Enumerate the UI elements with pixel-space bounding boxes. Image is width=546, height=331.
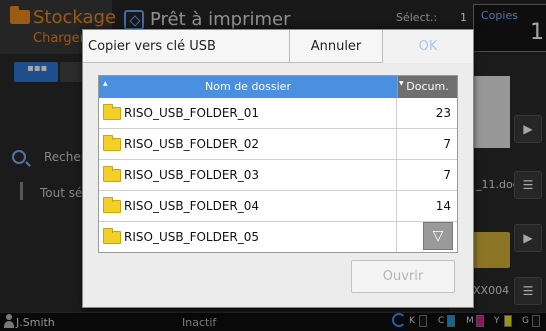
ok-button[interactable]: OK [382,30,473,63]
folder-name: RISO_USB_FOLDER_01 [124,106,260,120]
scroll-down-button[interactable]: ▽ [423,222,453,250]
folder-icon [103,104,121,120]
folder-icon [103,228,121,244]
table-header: Nom de dossier ▲ Docum. ▼ [99,76,457,98]
dialog-header: Copier vers clé USB Annuler OK [83,30,473,63]
folder-name-cell: RISO_USB_FOLDER_04 [99,191,397,222]
table-row[interactable]: RISO_USB_FOLDER_03 7 [99,160,457,191]
sort-descending-icon: ▼ [399,80,404,87]
dialog-title: Copier vers clé USB [88,39,216,54]
sort-ascending-icon: ▲ [103,80,108,87]
table-row[interactable]: RISO_USB_FOLDER_05 7 [99,222,457,252]
document-count: 23 [435,106,451,120]
cancel-button[interactable]: Annuler [289,30,382,63]
folder-name-cell: RISO_USB_FOLDER_03 [99,160,397,191]
open-button[interactable]: Ouvrir [351,260,455,293]
folder-name: RISO_USB_FOLDER_03 [124,168,260,182]
column-header-documents[interactable]: Docum. [397,76,457,98]
folder-table: Nom de dossier ▲ Docum. ▼ RISO_USB_FOLDE… [98,75,458,253]
screen: Stockage Charger Prêt à imprimer Sélect.… [0,0,546,331]
document-count: 7 [443,168,451,182]
folder-name: RISO_USB_FOLDER_04 [124,199,260,213]
folder-name: RISO_USB_FOLDER_02 [124,137,260,151]
table-row[interactable]: RISO_USB_FOLDER_01 23 [99,98,457,129]
copy-to-usb-dialog: Copier vers clé USB Annuler OK Nom de do… [82,29,474,308]
table-row[interactable]: RISO_USB_FOLDER_02 7 [99,129,457,160]
folder-name-cell: RISO_USB_FOLDER_01 [99,98,397,129]
folder-icon [103,197,121,213]
document-count: 14 [435,199,451,213]
scrollbar[interactable] [457,99,458,253]
folder-name: RISO_USB_FOLDER_05 [124,230,260,244]
document-count: 7 [443,137,451,151]
folder-name-cell: RISO_USB_FOLDER_05 [99,222,397,252]
table-row[interactable]: RISO_USB_FOLDER_04 14 [99,191,457,222]
folder-name-cell: RISO_USB_FOLDER_02 [99,129,397,160]
folder-icon [103,135,121,151]
column-header-folder-name[interactable]: Nom de dossier [99,76,397,98]
folder-icon [103,166,121,182]
